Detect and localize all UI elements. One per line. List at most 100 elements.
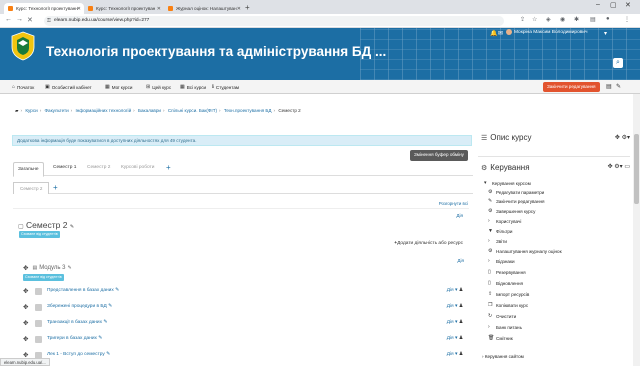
activity-link[interactable]: Тригери в базах даних ✎ xyxy=(47,336,102,341)
activity-link[interactable]: Збережені процедури в БД ✎ xyxy=(47,304,112,309)
browser-tab-1[interactable]: Курс: Технології проектуванн ✕ xyxy=(4,3,84,14)
activity-row[interactable]: ✥ Збережені процедури в БД ✎ Дія ▾ ♟ xyxy=(23,303,463,315)
activity-actions[interactable]: Дія ▾ ♟ xyxy=(447,288,463,293)
menu-item-students[interactable]: ℹ Студентам xyxy=(212,84,239,90)
stop-editing-button[interactable]: Закінчити редагування xyxy=(543,82,600,92)
activity-actions[interactable]: Дія ▾ ♟ xyxy=(447,352,463,357)
messages-icon[interactable]: ✉ xyxy=(498,30,503,37)
activity-row[interactable]: ✥ Представлення в базах даних ✎ Дія ▾ ♟ xyxy=(23,287,463,299)
module-edit-menu[interactable]: Дія xyxy=(457,258,464,263)
admin-item[interactable]: › Користувачі xyxy=(488,218,521,224)
add-tab-icon[interactable]: + xyxy=(166,163,171,172)
user-icon[interactable]: ♟ xyxy=(459,304,463,309)
admin-item[interactable]: ⚙ Завершення курсу xyxy=(488,208,535,214)
menu-item-home[interactable]: ⌂ Початок xyxy=(12,84,34,90)
activity-row[interactable]: ✥ Лек 1 - Вступ до семестру ✎ Дія ▾ ♟ xyxy=(23,351,463,363)
menu-item-my-courses[interactable]: ▦ Мої курси xyxy=(105,84,132,90)
move-icon[interactable]: ✥ xyxy=(23,264,28,272)
pencil-icon[interactable]: ✎ xyxy=(106,352,110,357)
admin-item[interactable]: ❐ Копіювати курс xyxy=(488,302,528,308)
activity-actions[interactable]: Дія ▾ ♟ xyxy=(447,336,463,341)
user-icon[interactable]: ♟ xyxy=(459,288,463,293)
close-tab-icon[interactable]: ✕ xyxy=(77,6,81,12)
add-activity-link[interactable]: +Додати діяльність або ресурс xyxy=(394,241,463,246)
browser-tab-2[interactable]: Курс: Технології проектуван ✕ xyxy=(84,3,164,14)
tab-coursework[interactable]: Курсові роботи xyxy=(121,165,154,170)
user-icon[interactable]: ♟ xyxy=(459,352,463,357)
star-icon[interactable]: ☆ xyxy=(532,16,537,23)
notifications-icon[interactable]: 🔔 xyxy=(490,30,497,37)
pencil-icon[interactable]: ✎ xyxy=(616,83,621,90)
block-controls[interactable]: ✥ ⚙▾ ▭ xyxy=(608,163,630,170)
share-icon[interactable]: ⇪ xyxy=(520,16,525,23)
menu-item-this-course[interactable]: ⊞ Цей курс xyxy=(146,84,171,90)
breadcrumb-item[interactable]: Бакалаври xyxy=(138,108,161,113)
user-icon[interactable]: ♟ xyxy=(459,336,463,341)
tab-general[interactable]: Загальне xyxy=(13,162,44,177)
pencil-icon[interactable]: ✎ xyxy=(67,265,71,271)
section-collapse-icon[interactable]: ▢ xyxy=(18,224,24,230)
breadcrumb-item[interactable]: Курси xyxy=(25,108,37,113)
close-tab-icon[interactable]: ✕ xyxy=(237,6,241,12)
switch-clipboard-button[interactable]: Змінення буфер обміну xyxy=(410,150,468,161)
tab-semester-1[interactable]: Семестр 1 xyxy=(53,165,76,170)
admin-item[interactable]: › Звіти xyxy=(488,238,507,244)
menu-dots-icon[interactable]: ⋮ xyxy=(624,16,630,23)
pencil-icon[interactable]: ✎ xyxy=(115,288,119,293)
breadcrumb-item[interactable]: Інформаційних технологій xyxy=(75,108,131,113)
admin-item[interactable]: ▯ Відновлення xyxy=(488,280,523,286)
admin-item[interactable]: ▼ Фільтри xyxy=(488,228,512,234)
browser-tab-3[interactable]: Журнал оцінок: Налаштуван ✕ xyxy=(164,3,244,14)
activity-actions[interactable]: Дія ▾ ♟ xyxy=(447,304,463,309)
expand-all-link[interactable]: Розгорнути всі xyxy=(439,201,468,206)
pencil-icon[interactable]: ✎ xyxy=(98,336,102,341)
add-subtab-icon[interactable]: + xyxy=(53,183,58,192)
move-icon[interactable]: ✥ xyxy=(23,303,28,311)
breadcrumb-item[interactable]: Факультети xyxy=(45,108,69,113)
extension-icon[interactable]: ◈ xyxy=(546,16,551,23)
chevron-down-icon[interactable]: ▾ xyxy=(604,30,607,37)
menu-item-dashboard[interactable]: ▣ Особистий кабінет xyxy=(45,84,92,90)
close-window-icon[interactable]: ✕ xyxy=(625,1,631,9)
activity-link[interactable]: Транзакції в базах даних ✎ xyxy=(47,320,107,325)
profile-icon[interactable]: ● xyxy=(606,16,610,22)
admin-item[interactable]: ⇪ Імпорт ресурсів xyxy=(488,291,529,297)
move-icon[interactable]: ✥ xyxy=(23,287,28,295)
activity-row[interactable]: ✥ Тригери в базах даних ✎ Дія ▾ ♟ xyxy=(23,335,463,347)
pencil-icon[interactable]: ✎ xyxy=(103,320,107,325)
address-bar[interactable]: ⚿ elearn.nubip.edu.ua/course/view.php?id… xyxy=(44,16,504,26)
close-tab-icon[interactable]: ✕ xyxy=(157,6,161,12)
activity-link[interactable]: Лек 1 - Вступ до семестру ✎ xyxy=(47,352,110,357)
course-admin-node[interactable]: ▾ Керування курсом xyxy=(484,180,531,186)
move-icon[interactable]: ✥ xyxy=(23,335,28,343)
user-menu[interactable]: Мокріна Максим Володимирович xyxy=(514,30,587,35)
admin-item[interactable]: ⚙ Налаштування журналу оцінок xyxy=(488,248,562,254)
block-controls[interactable]: ✥ ⚙▾ xyxy=(615,134,630,141)
reload-icon[interactable]: ✕ xyxy=(27,16,33,24)
activity-row[interactable]: ✥ Транзакції в базах даних ✎ Дія ▾ ♟ xyxy=(23,319,463,331)
activity-actions[interactable]: Дія ▾ ♟ xyxy=(447,320,463,325)
maximize-icon[interactable]: ▢ xyxy=(610,1,617,9)
breadcrumb-item[interactable]: Спільні курси. Бак(ФІТ) xyxy=(168,108,217,113)
pencil-icon[interactable]: ✎ xyxy=(70,224,74,230)
back-icon[interactable]: ← xyxy=(5,16,12,23)
breadcrumb-item[interactable]: Техн.проектування БД xyxy=(224,108,272,113)
admin-item[interactable]: › Банк питань xyxy=(488,324,522,330)
admin-item[interactable]: ↻ Очистити xyxy=(488,313,516,319)
sidebar-icon[interactable]: ▤ xyxy=(590,16,596,23)
admin-item[interactable]: ✎ Закінчити редагування xyxy=(488,198,545,204)
admin-item[interactable]: › Відзнаки xyxy=(488,258,515,264)
activity-link[interactable]: Представлення в базах даних ✎ xyxy=(47,288,119,293)
admin-item[interactable]: 🗑 Смітник xyxy=(488,335,513,341)
section-edit-menu[interactable]: Дія xyxy=(456,213,463,218)
page-scrollbar[interactable] xyxy=(633,94,640,366)
search-icon[interactable]: ⌕ xyxy=(613,58,623,68)
scrollbar-thumb[interactable] xyxy=(634,134,639,204)
site-admin-node[interactable]: › Керування сайтом xyxy=(482,354,524,359)
subtab-semester-2[interactable]: Семестр 2 xyxy=(13,182,50,194)
avatar[interactable] xyxy=(506,29,512,35)
admin-item[interactable]: ▯ Резервування xyxy=(488,269,526,275)
menu-item-all-courses[interactable]: ▦ Всі курси xyxy=(180,84,206,90)
toggle-sidebar-icon[interactable]: ▤ xyxy=(606,83,612,90)
tab-semester-2[interactable]: Семестр 2 xyxy=(87,165,110,170)
